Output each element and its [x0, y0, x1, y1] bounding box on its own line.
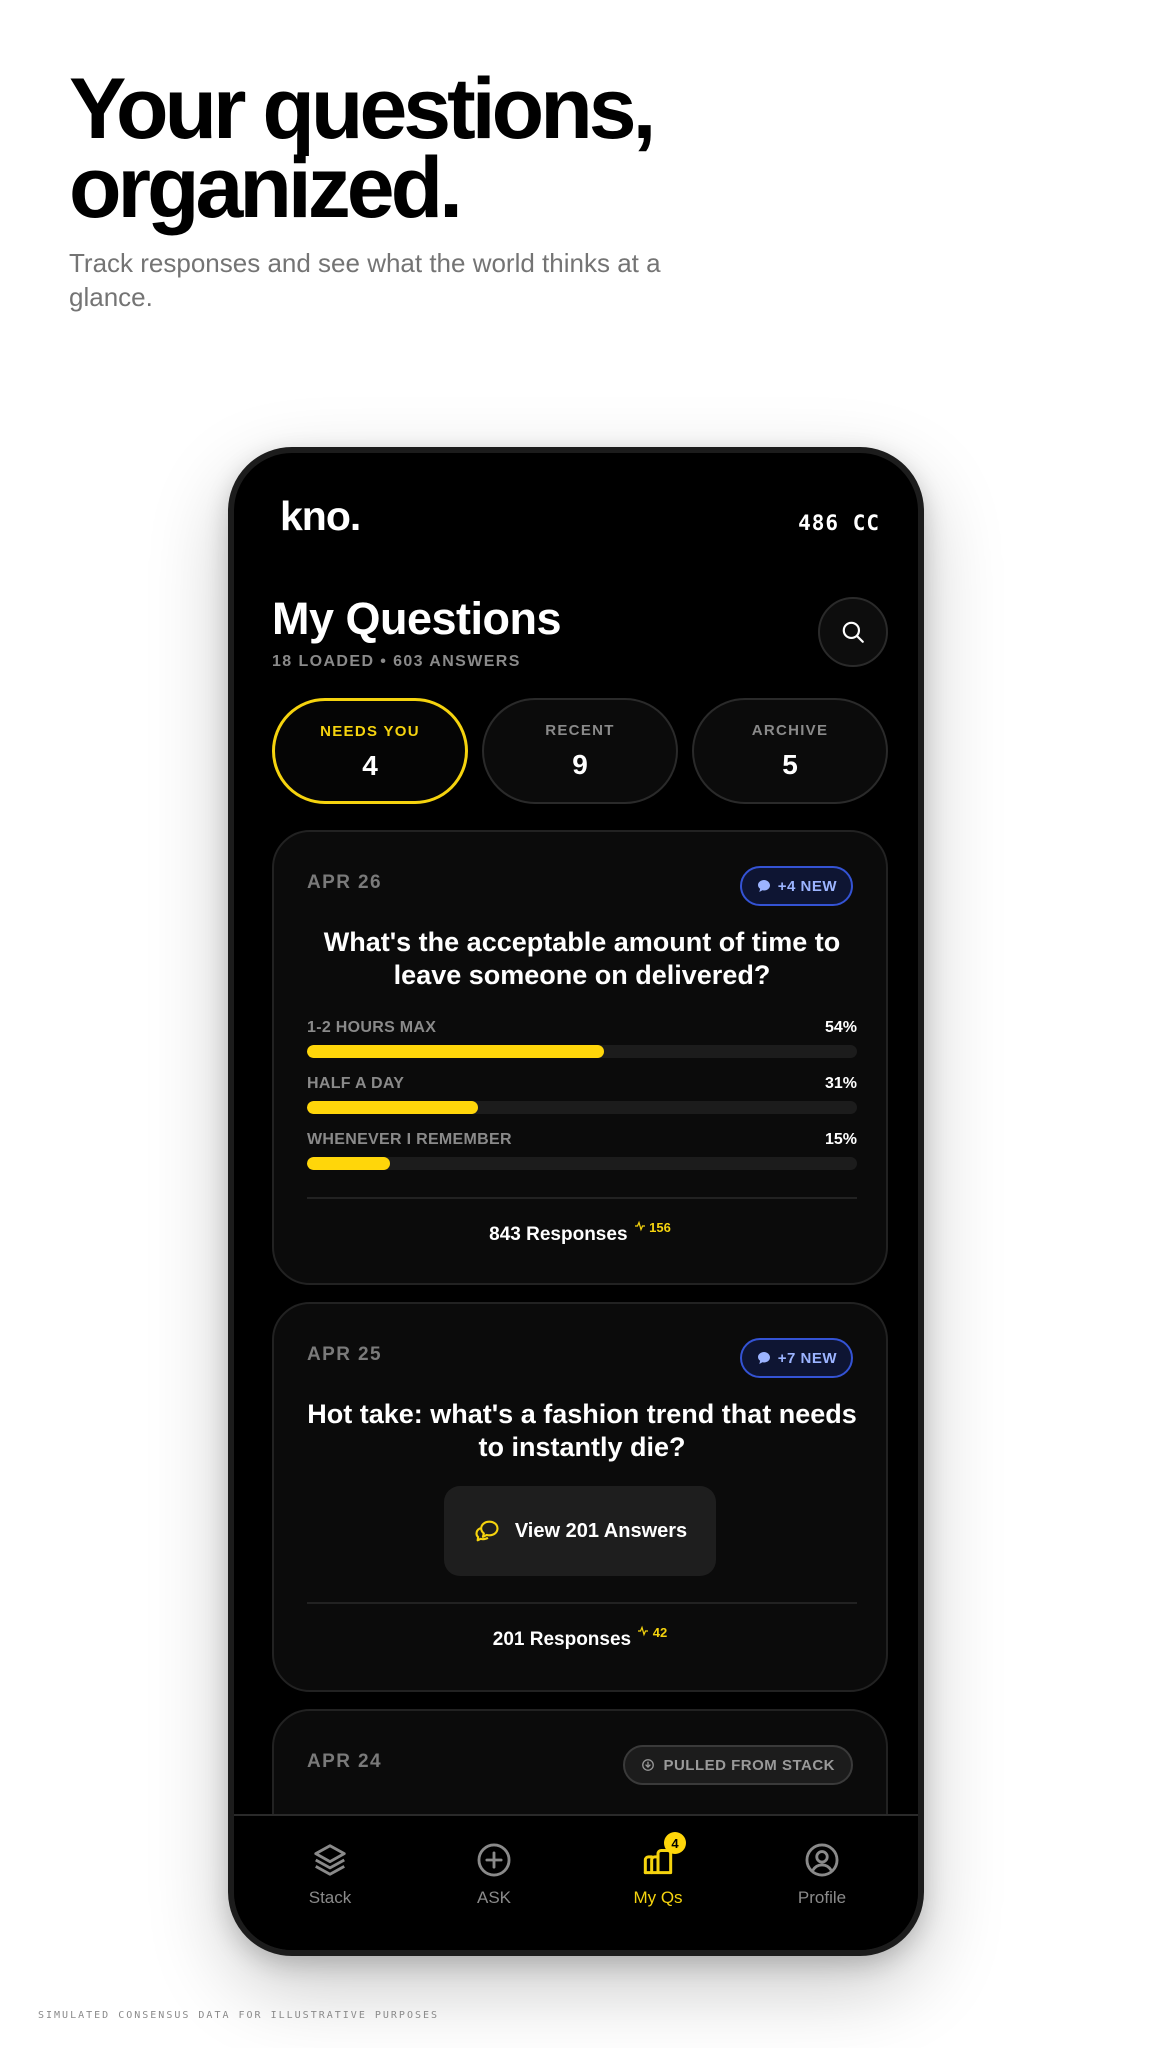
option-label: WHENEVER I REMEMBER: [307, 1131, 512, 1148]
trend-indicator: 156: [634, 1220, 671, 1235]
response-count: 843 Responses 156: [274, 1220, 886, 1246]
response-count: 201 Responses 42: [274, 1625, 886, 1651]
credits-balance[interactable]: 486 CC: [798, 511, 880, 535]
footnote: SIMULATED CONSENSUS DATA FOR ILLUSTRATIV…: [38, 2010, 440, 2021]
chat-bubble-icon: [757, 1352, 770, 1364]
badge-label: +7 NEW: [777, 1349, 837, 1367]
trend-value: 42: [652, 1625, 668, 1640]
plus-circle-icon: [477, 1843, 511, 1877]
tab-count: 9: [572, 749, 588, 780]
notification-badge: 4: [664, 1832, 686, 1854]
stack-icon: [314, 1844, 346, 1876]
option-label: 1-2 HOURS MAX: [307, 1019, 437, 1036]
badge-label: PULLED FROM STACK: [663, 1756, 835, 1774]
question-card[interactable]: APR 26 +4 NEW What's the acceptable amou…: [272, 830, 888, 1285]
response-count-label: 201 Responses: [492, 1629, 632, 1650]
trend-indicator: 42: [637, 1625, 667, 1640]
card-date: APR 24: [307, 1751, 382, 1772]
question-card[interactable]: APR 25 +7 NEW Hot take: what's a fashion…: [272, 1302, 888, 1692]
tab-count: 5: [782, 749, 798, 780]
answer-option: WHENEVER I REMEMBER 15%: [307, 1131, 857, 1170]
question-text: What's the acceptable amount of time to …: [323, 927, 841, 990]
hero-title-line1: Your questions,: [69, 61, 656, 157]
card-divider: [307, 1602, 857, 1604]
trend-value: 156: [649, 1220, 671, 1235]
download-circle-icon: [642, 1759, 655, 1771]
nav-item-stack[interactable]: Stack: [265, 1840, 395, 1908]
option-bar-track: [307, 1157, 857, 1170]
option-bar-track: [307, 1101, 857, 1114]
card-date: APR 26: [307, 872, 382, 893]
question-text: Hot take: what's a fashion trend that ne…: [307, 1399, 857, 1462]
page-meta: 18 LOADED • 603 ANSWERS: [272, 653, 521, 670]
tab-label: ARCHIVE: [751, 722, 829, 739]
app-logo[interactable]: kno.: [280, 493, 361, 540]
search-icon: [842, 621, 864, 643]
page-title: My Questions: [272, 593, 562, 644]
new-answers-badge[interactable]: +4 NEW: [739, 866, 853, 906]
pulse-icon: [634, 1220, 645, 1232]
badge-label: +4 NEW: [777, 877, 837, 895]
hero-title-line2: organized.: [69, 140, 463, 236]
tab-count: 4: [362, 750, 378, 781]
option-bar-fill: [307, 1101, 478, 1114]
new-answers-badge[interactable]: +7 NEW: [739, 1338, 853, 1378]
pulse-icon: [638, 1625, 649, 1637]
hero-subtitle: Track responses and see what the world t…: [69, 248, 661, 312]
option-bar-fill: [307, 1045, 604, 1058]
option-percent: 31%: [824, 1075, 857, 1092]
tab-recent[interactable]: RECENT 9: [482, 698, 678, 804]
tab-archive[interactable]: ARCHIVE 5: [692, 698, 888, 804]
card-date: APR 25: [307, 1344, 382, 1365]
chat-bubble-icon: [757, 880, 770, 892]
tab-needs-you[interactable]: NEEDS YOU 4: [272, 698, 468, 804]
hero: Your questions, organized. Track respons…: [69, 61, 789, 314]
nav-label: My Qs: [633, 1888, 683, 1907]
option-bar-fill: [307, 1157, 390, 1170]
option-bar-track: [307, 1045, 857, 1058]
profile-icon: [805, 1843, 839, 1877]
nav-label: ASK: [476, 1888, 512, 1907]
pulled-from-stack-badge: PULLED FROM STACK: [623, 1745, 853, 1785]
tab-label: RECENT: [545, 722, 615, 739]
nav-label: Profile: [797, 1888, 847, 1907]
answer-option: HALF A DAY 31%: [307, 1075, 857, 1114]
search-button[interactable]: [818, 597, 888, 667]
app-screen: kno. 486 CC My Questions 18 LOADED • 603…: [234, 453, 918, 1950]
nav-item-profile[interactable]: Profile: [757, 1840, 887, 1908]
option-percent: 54%: [824, 1019, 857, 1036]
option-label: HALF A DAY: [307, 1075, 405, 1092]
hero-title: Your questions, organized.: [69, 61, 789, 236]
tab-label: NEEDS YOU: [320, 723, 420, 740]
nav-item-my-qs[interactable]: 4 My Qs: [593, 1832, 723, 1908]
response-count-label: 843 Responses: [489, 1224, 628, 1245]
nav-label: Stack: [308, 1888, 352, 1907]
answer-option: 1-2 HOURS MAX 54%: [307, 1019, 857, 1058]
view-answers-button[interactable]: View 201 Answers: [444, 1486, 716, 1576]
bottom-nav: Stack ASK 4 My Qs Profile: [234, 1814, 918, 1950]
phone-frame: kno. 486 CC My Questions 18 LOADED • 603…: [228, 447, 924, 1956]
chat-bubbles-icon: [475, 1520, 499, 1542]
view-answers-label: View 201 Answers: [514, 1519, 688, 1542]
option-percent: 15%: [824, 1131, 857, 1148]
card-divider: [307, 1197, 857, 1199]
nav-item-ask[interactable]: ASK: [429, 1840, 559, 1908]
